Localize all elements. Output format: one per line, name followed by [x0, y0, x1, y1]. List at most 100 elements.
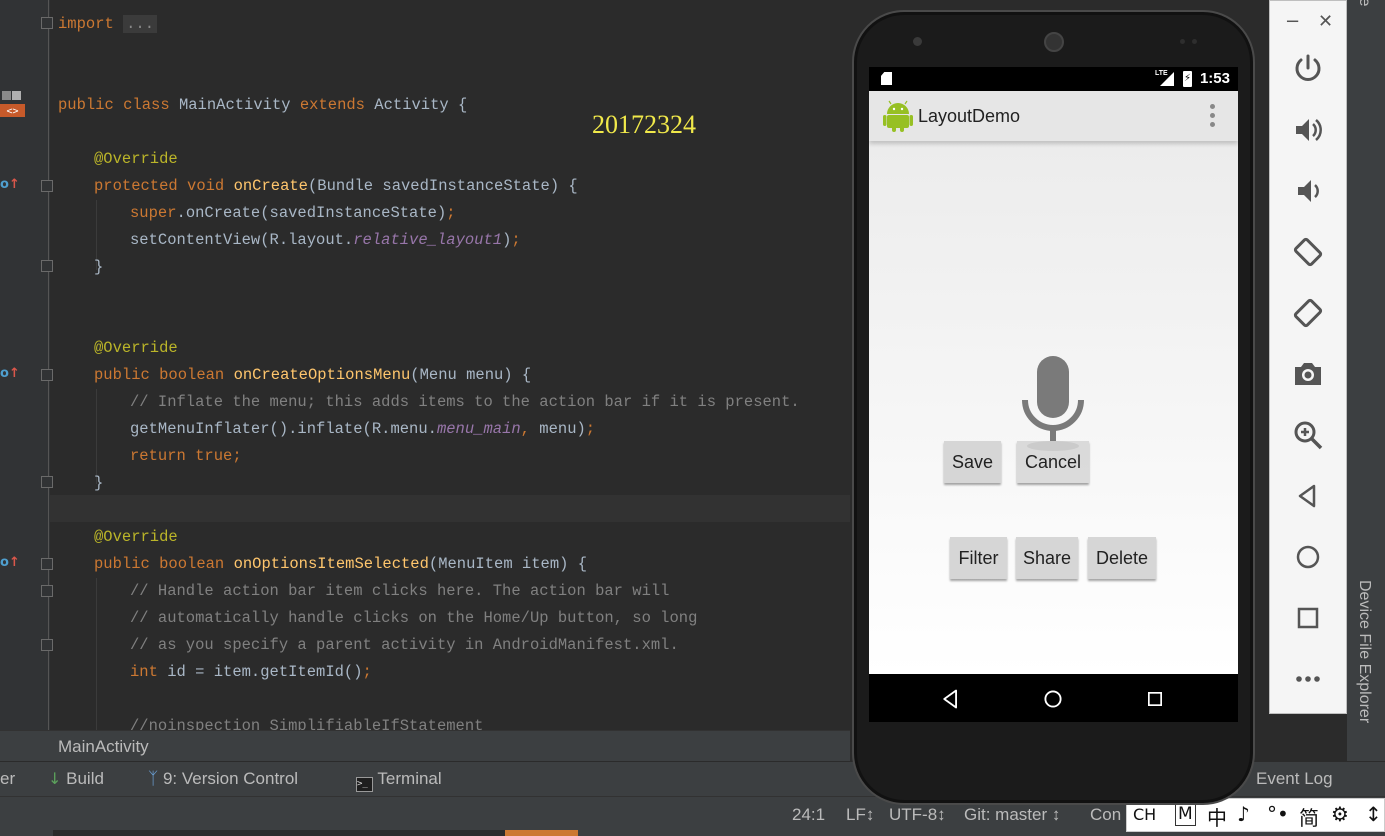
code-line[interactable]: @Override: [94, 338, 178, 358]
save-button[interactable]: Save: [944, 441, 1001, 483]
more-button[interactable]: [1288, 659, 1328, 699]
line-separator[interactable]: LF↕: [846, 805, 874, 825]
code-line[interactable]: // automatically handle clicks on the Ho…: [130, 608, 697, 628]
lte-signal-icon: LTE: [1155, 70, 1175, 87]
version-control-tool-button[interactable]: ᛉ 9: Version Control: [148, 769, 298, 789]
fold-toggle[interactable]: [41, 180, 53, 192]
front-camera: [913, 37, 922, 46]
right-strip-top-label[interactable]: le: [1356, 0, 1377, 14]
close-button[interactable]: ✕: [1318, 11, 1333, 32]
code-line[interactable]: @Override: [94, 149, 178, 169]
code-line[interactable]: return true;: [130, 446, 242, 466]
home-icon: [1296, 545, 1320, 569]
phone-sensor: [1192, 39, 1197, 44]
code-line[interactable]: public boolean onCreateOptionsMenu(Menu …: [94, 365, 531, 385]
code-line[interactable]: }: [94, 473, 103, 493]
code-editor[interactable]: <> o↑ o↑ o↑ import ... public class Main…: [0, 0, 850, 730]
terminal-tool-button[interactable]: >_ Terminal: [356, 769, 442, 792]
code-line[interactable]: // as you specify a parent activity in A…: [130, 635, 679, 655]
ime-fullwidth-icon[interactable]: °•: [1267, 802, 1289, 826]
ime-language[interactable]: CH: [1133, 805, 1156, 824]
ime-punctuation-icon[interactable]: ♪: [1237, 802, 1250, 826]
indent-guide: [96, 389, 97, 484]
breadcrumb[interactable]: MainActivity: [58, 737, 149, 757]
tool-window-partial[interactable]: er: [0, 769, 15, 789]
fold-toggle[interactable]: [41, 558, 53, 570]
screenshot-button[interactable]: [1288, 354, 1328, 394]
volume-up-button[interactable]: [1288, 110, 1328, 150]
override-gutter-icon[interactable]: o↑: [0, 555, 20, 573]
rotate-right-icon: [1293, 298, 1323, 328]
context-partial[interactable]: Con: [1090, 805, 1121, 825]
gutter-divider: [48, 0, 49, 730]
overview-button[interactable]: [1288, 598, 1328, 638]
code-line[interactable]: super.onCreate(savedInstanceState);: [130, 203, 456, 223]
code-line[interactable]: int id = item.getItemId();: [130, 662, 372, 682]
override-gutter-icon[interactable]: o↑: [0, 177, 20, 195]
filter-button[interactable]: Filter: [950, 537, 1007, 579]
status-strip: [53, 830, 505, 836]
layout-xml-icon[interactable]: <>: [0, 90, 25, 118]
progress-indicator: [505, 830, 578, 836]
delete-button[interactable]: Delete: [1088, 537, 1156, 579]
ime-mode[interactable]: M: [1175, 802, 1196, 826]
code-line[interactable]: getMenuInflater().inflate(R.menu.menu_ma…: [130, 419, 595, 439]
version-control-label: 9: Version Control: [162, 769, 299, 788]
file-encoding[interactable]: UTF-8↕: [889, 805, 946, 825]
fold-toggle[interactable]: [41, 639, 53, 651]
event-log-tool-button[interactable]: Event Log: [1256, 769, 1333, 789]
code-line[interactable]: public class MainActivity extends Activi…: [58, 95, 467, 115]
volume-up-icon: [1296, 119, 1322, 141]
code-line[interactable]: protected void onCreate(Bundle savedInst…: [94, 176, 578, 196]
ime-chinese-toggle[interactable]: 中: [1207, 802, 1227, 831]
build-label: Build: [66, 769, 104, 788]
phone-screen[interactable]: LTE ⚡ 1:53 LayoutDemo Save Cancel Filter…: [869, 67, 1238, 722]
android-status-bar: LTE ⚡ 1:53: [869, 67, 1238, 91]
overview-icon: [1297, 607, 1319, 629]
rotate-left-icon: [1293, 237, 1323, 267]
share-button[interactable]: Share: [1016, 537, 1078, 579]
build-tool-button[interactable]: ↓ Build: [48, 769, 104, 789]
power-icon: [1295, 54, 1321, 81]
caret-position[interactable]: 24:1: [792, 805, 825, 825]
fold-toggle[interactable]: [41, 260, 53, 272]
volume-down-button[interactable]: [1288, 171, 1328, 211]
code-line[interactable]: import ...: [58, 14, 158, 34]
nav-overview-button[interactable]: [1142, 686, 1168, 712]
relative-layout-content: Save Cancel Filter Share Delete: [869, 141, 1238, 674]
ime-more-icon[interactable]: ↕: [1365, 802, 1382, 826]
cancel-button[interactable]: Cancel: [1017, 441, 1089, 483]
zoom-button[interactable]: [1288, 415, 1328, 455]
fold-toggle[interactable]: [41, 369, 53, 381]
fold-toggle[interactable]: [41, 585, 53, 597]
svg-text:<>: <>: [6, 106, 18, 117]
code-line[interactable]: setContentView(R.layout.relative_layout1…: [130, 230, 521, 250]
status-clock: 1:53: [1199, 70, 1230, 87]
home-icon: [1044, 690, 1062, 708]
nav-back-button[interactable]: [938, 686, 964, 712]
device-file-explorer-tab[interactable]: Device File Explorer: [1356, 580, 1377, 730]
overflow-menu-icon[interactable]: [1210, 104, 1216, 128]
ime-simplified-toggle[interactable]: 简: [1299, 802, 1319, 831]
back-button[interactable]: [1288, 476, 1328, 516]
fold-toggle[interactable]: [41, 17, 53, 29]
rotate-left-button[interactable]: [1288, 232, 1328, 272]
home-button[interactable]: [1288, 537, 1328, 577]
code-line[interactable]: public boolean onOptionsItemSelected(Men…: [94, 554, 587, 574]
nav-home-button[interactable]: [1040, 686, 1066, 712]
version-control-icon: ᛉ: [148, 769, 159, 789]
code-line[interactable]: // Inflate the menu; this adds items to …: [130, 392, 800, 412]
rotate-right-button[interactable]: [1288, 293, 1328, 333]
code-line[interactable]: //noinspection SimplifiableIfStatement: [130, 716, 483, 730]
code-line[interactable]: // Handle action bar item clicks here. T…: [130, 581, 670, 601]
code-line[interactable]: @Override: [94, 527, 178, 547]
minimize-button[interactable]: −: [1285, 11, 1300, 32]
fold-toggle[interactable]: [41, 476, 53, 488]
power-button[interactable]: [1288, 49, 1328, 89]
zoom-icon: [1294, 421, 1323, 450]
build-icon: ↓: [48, 769, 62, 788]
ime-settings-icon[interactable]: ⚙: [1331, 802, 1349, 826]
code-line[interactable]: }: [94, 257, 103, 277]
git-branch[interactable]: Git: master ↕: [964, 805, 1060, 825]
override-gutter-icon[interactable]: o↑: [0, 366, 20, 384]
